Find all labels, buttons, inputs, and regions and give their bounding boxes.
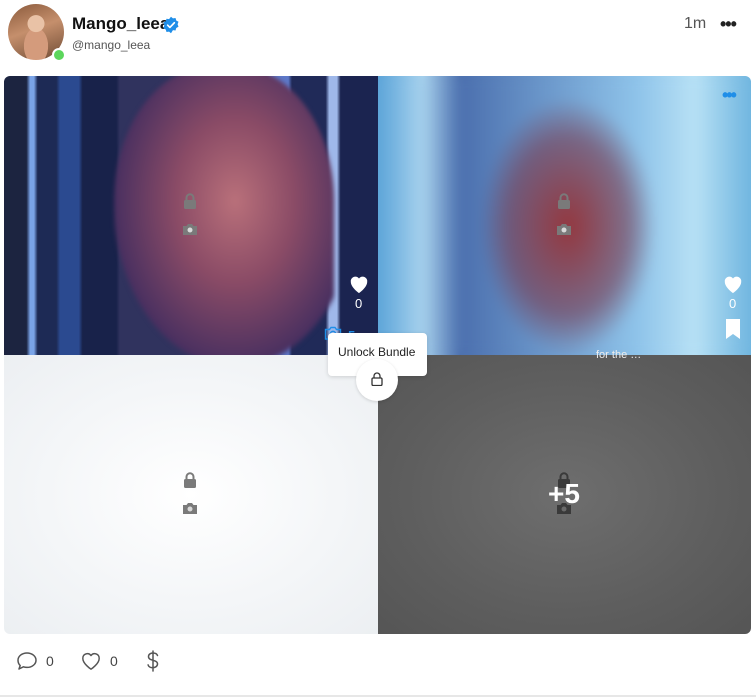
dollar-icon [147, 650, 159, 672]
media-like-count: 0 [355, 296, 363, 311]
media-photo-1 [114, 76, 334, 355]
media-options-icon[interactable]: ••• [722, 86, 737, 104]
comment-button[interactable]: 0 [16, 650, 54, 672]
unlock-bundle-button[interactable] [356, 359, 398, 401]
heart-icon[interactable] [348, 274, 370, 294]
verified-badge-icon [163, 16, 179, 34]
more-options-icon[interactable]: ••• [720, 14, 737, 35]
lock-icon [184, 472, 196, 488]
caption-preview: for the … [596, 349, 642, 361]
bookmark-icon[interactable] [725, 318, 741, 340]
heart-icon[interactable] [722, 274, 744, 294]
comment-count: 0 [46, 653, 54, 669]
like-count: 0 [110, 653, 118, 669]
lock-icon [371, 372, 383, 386]
heart-icon [82, 653, 100, 670]
media-tile-3[interactable] [4, 355, 378, 634]
online-status-dot [52, 48, 66, 62]
camera-icon [183, 224, 197, 235]
lock-icon [558, 193, 570, 209]
lock-icon [184, 193, 196, 209]
media-tile-2[interactable] [378, 76, 751, 355]
media-tile-1[interactable] [4, 76, 378, 355]
like-button[interactable]: 0 [80, 650, 118, 672]
comment-icon [17, 652, 37, 670]
author-handle[interactable]: @mango_leea [72, 38, 150, 52]
camera-icon [183, 503, 197, 514]
more-media-count[interactable]: +5 [548, 478, 580, 510]
media-like-count: 0 [729, 296, 737, 311]
unlock-bundle-label: Unlock Bundle [338, 345, 416, 359]
media-blur-overlay [378, 76, 751, 355]
camera-icon [557, 224, 571, 235]
author-name[interactable]: Mango_leea [72, 14, 169, 34]
tip-button[interactable] [146, 650, 160, 672]
post-timestamp: 1m [684, 15, 707, 32]
